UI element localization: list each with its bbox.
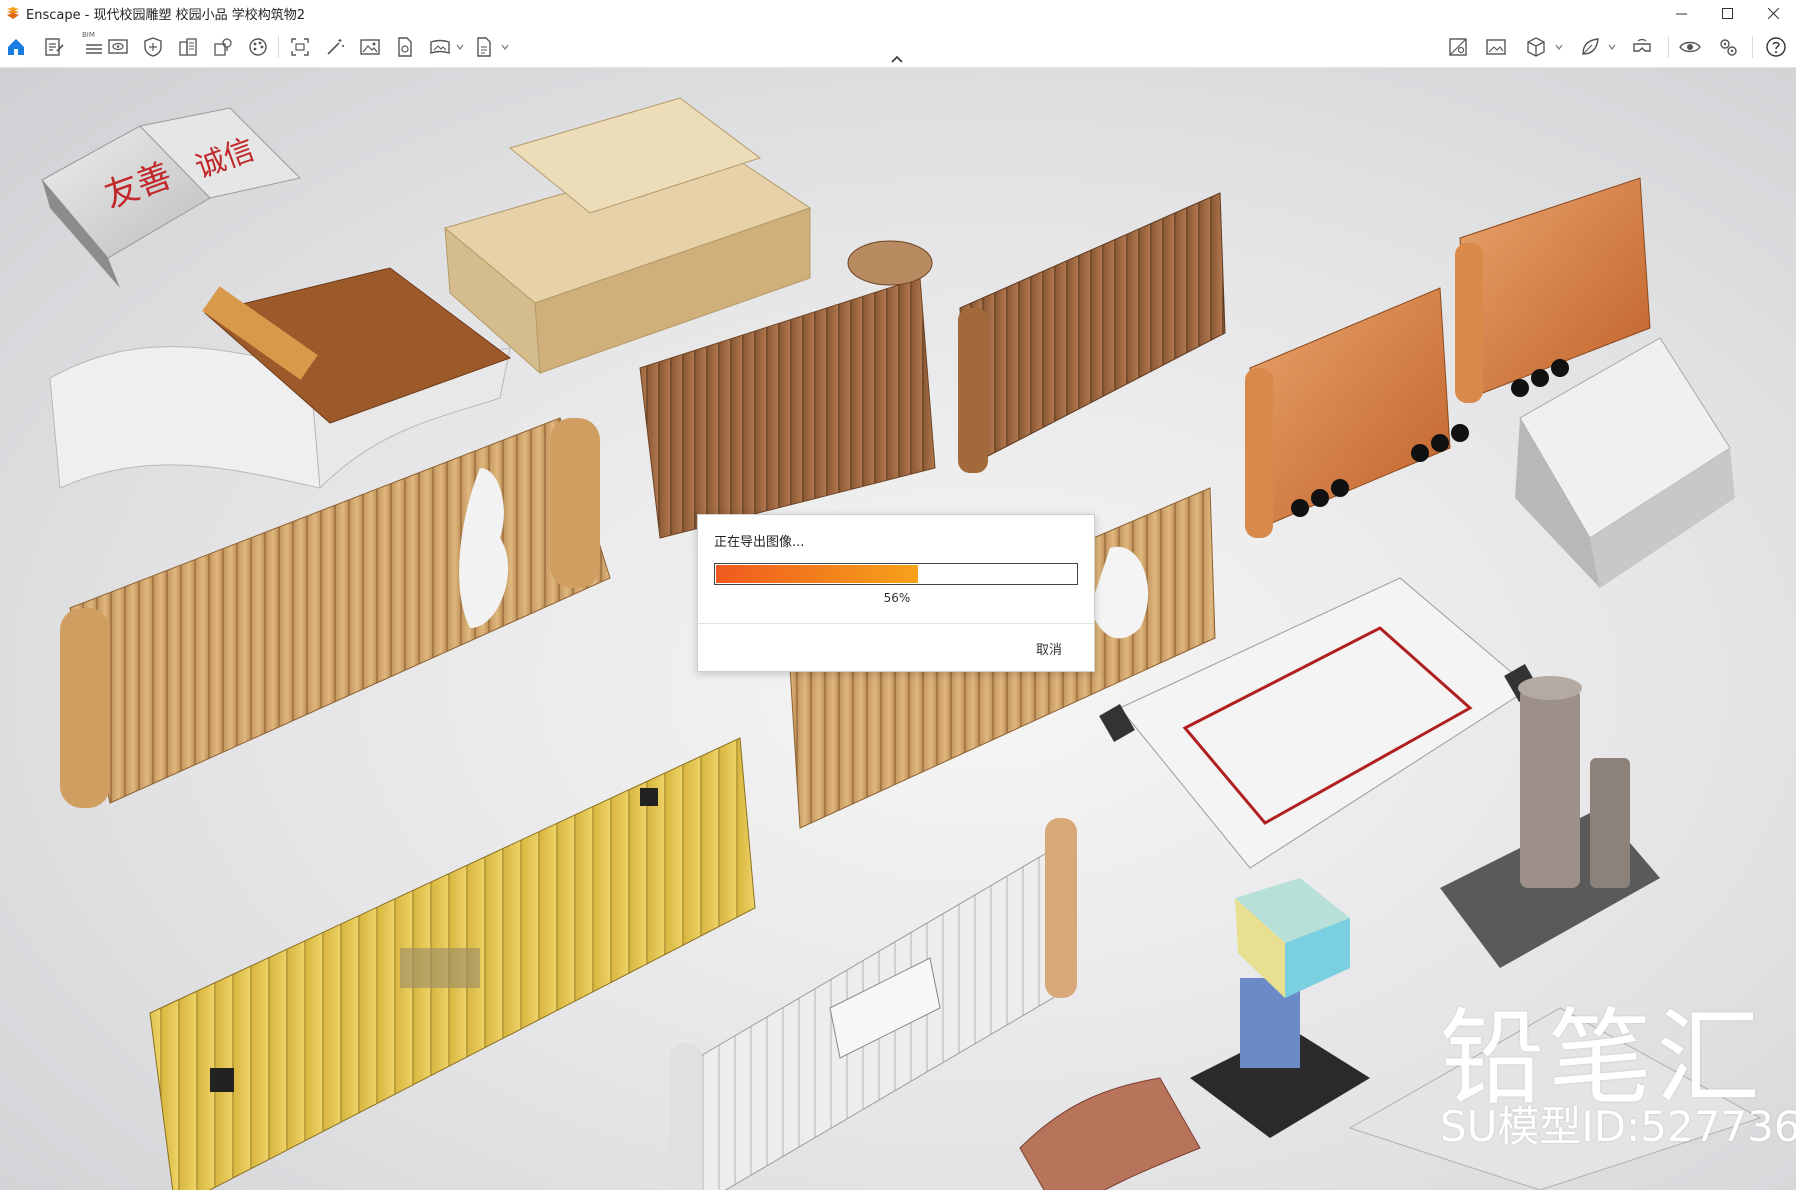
shield-icon <box>144 37 162 57</box>
panorama-icon <box>430 39 450 54</box>
screenshot-icon <box>291 38 309 56</box>
home-icon <box>8 39 24 55</box>
copper-book-sculpture <box>1019 1077 1201 1190</box>
model-button[interactable] <box>1522 33 1550 61</box>
panorama-button[interactable] <box>426 33 454 61</box>
tall-bamboo-wall <box>958 192 1226 473</box>
yellow-bamboo-board <box>149 737 756 1190</box>
stone-open-book-with-bamboo-scroll <box>49 267 512 490</box>
gallery-button[interactable] <box>1482 33 1510 61</box>
screenshot-button[interactable] <box>286 33 314 61</box>
palette-icon <box>249 38 267 56</box>
export-progress-dialog: 正在导出图像... 56% 取消 <box>697 514 1095 672</box>
long-bamboo-scroll-wall <box>60 417 611 808</box>
window-title: Enscape - 现代校园雕塑 校园小品 学校构筑物2 <box>26 7 306 23</box>
cancel-button[interactable]: 取消 <box>1032 637 1066 660</box>
maximize-button[interactable] <box>1704 0 1750 26</box>
general-settings-button[interactable] <box>1714 33 1742 61</box>
site-context-button[interactable] <box>209 33 237 61</box>
collaborative-annotation-button[interactable] <box>1576 33 1604 61</box>
image-frame-icon <box>1449 38 1467 56</box>
document-edit-icon <box>45 38 64 56</box>
export-progress-bar <box>714 563 1078 585</box>
stone-book-sculpture: 友善 诚信 <box>41 107 301 288</box>
home-button[interactable] <box>2 33 30 61</box>
document-image-icon <box>398 37 412 57</box>
progress-fill <box>716 565 918 583</box>
map-pin-building-icon <box>214 38 232 56</box>
export-exe-button[interactable] <box>470 33 498 61</box>
asset-library-button[interactable] <box>139 33 167 61</box>
dialog-divider <box>698 623 1094 624</box>
toolbar-separator <box>278 36 279 58</box>
buildings-button[interactable] <box>174 33 202 61</box>
leaf-icon <box>1582 38 1599 55</box>
close-window-button[interactable] <box>1750 0 1796 26</box>
exe-file-icon <box>477 37 491 57</box>
progress-percent: 56% <box>883 591 911 605</box>
export-panel-button[interactable] <box>40 33 68 61</box>
chevron-down-icon[interactable] <box>1608 43 1616 51</box>
view-management-button[interactable] <box>104 33 132 61</box>
minimize-icon <box>1675 13 1687 14</box>
vr-headset-button[interactable] <box>1628 33 1656 61</box>
eye-icon <box>1679 41 1701 53</box>
help-icon <box>1766 37 1786 57</box>
vr-headset-icon <box>1633 38 1651 52</box>
chevron-down-icon[interactable] <box>456 43 464 51</box>
gallery-icon <box>1486 39 1506 55</box>
batch-render-button[interactable] <box>391 33 419 61</box>
image-icon <box>360 39 380 55</box>
capture-views-button[interactable] <box>1444 33 1472 61</box>
minimize-button[interactable] <box>1658 0 1704 26</box>
watermark-model-id: SU模型ID:527736 <box>1440 1102 1796 1151</box>
bim-label: BIM <box>82 31 95 39</box>
collapse-toolbar-chevron-icon[interactable] <box>890 55 904 64</box>
cube-icon <box>1527 37 1545 57</box>
rubik-cube-book-sculpture <box>1190 878 1370 1138</box>
visual-settings-button[interactable] <box>321 33 349 61</box>
title-bar: Enscape - 现代校园雕塑 校园小品 学校构筑物2 <box>0 0 1796 26</box>
live-view-button[interactable] <box>1676 33 1704 61</box>
gears-icon <box>1720 39 1737 56</box>
building-icon <box>179 38 197 56</box>
enscape-window: Enscape - 现代校园雕塑 校园小品 学校构筑物2 BIM 友善 诚信 铅… <box>0 0 1796 1190</box>
toolbar-separator <box>1752 36 1753 58</box>
dialog-title: 正在导出图像... <box>714 535 805 550</box>
bim-list-icon <box>86 44 102 54</box>
close-icon <box>1767 7 1779 19</box>
maximize-icon <box>1721 7 1733 19</box>
window-controls <box>1658 0 1796 26</box>
help-button[interactable] <box>1762 33 1790 61</box>
chevron-down-icon[interactable] <box>501 43 509 51</box>
enscape-logo-icon <box>7 7 19 19</box>
monitor-eye-icon <box>108 39 128 54</box>
toolbar-separator <box>1668 36 1669 58</box>
material-editor-button[interactable] <box>244 33 272 61</box>
render-image-button[interactable] <box>356 33 384 61</box>
magic-wand-icon <box>327 39 344 55</box>
chevron-down-icon[interactable] <box>1555 43 1563 51</box>
